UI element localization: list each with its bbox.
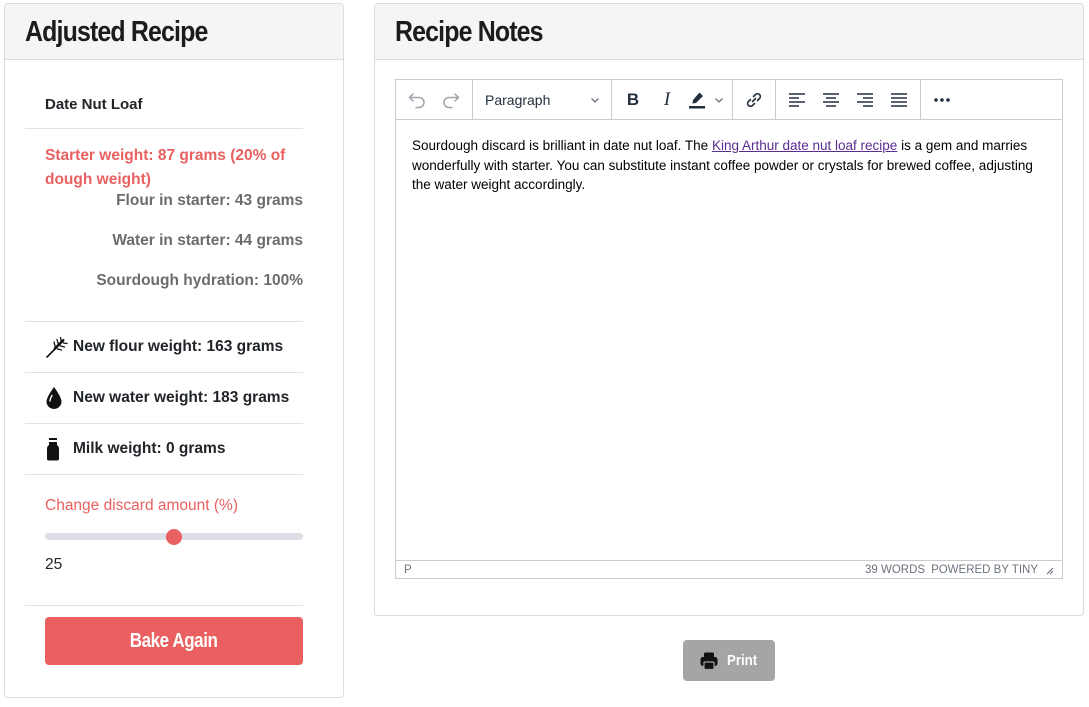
- discard-amount-value: 25: [45, 556, 63, 573]
- divider: [25, 128, 303, 129]
- water-drop-icon: [45, 386, 73, 410]
- more-group: [921, 80, 963, 119]
- italic-button[interactable]: I: [650, 83, 684, 117]
- rich-text-editor: Paragraph B I Sourdough discard is brill…: [395, 79, 1063, 579]
- discard-amount-slider[interactable]: [45, 529, 303, 545]
- undo-button[interactable]: [400, 83, 434, 117]
- printer-icon: [700, 652, 718, 670]
- more-button[interactable]: [925, 83, 959, 117]
- highlight-color-button[interactable]: [684, 83, 710, 117]
- align-justify-icon: [891, 92, 907, 107]
- starter-weight: Starter weight: 87 grams (20% of dough w…: [45, 147, 286, 188]
- slider-thumb[interactable]: [166, 529, 182, 545]
- editor-content[interactable]: Sourdough discard is brilliant in date n…: [396, 120, 1062, 560]
- recipe-name: Date Nut Loaf: [45, 96, 143, 113]
- water-in-starter: Water in starter: 44 grams: [112, 232, 303, 249]
- new-water-weight: New water weight: 183 grams: [73, 389, 290, 406]
- redo-icon: [443, 92, 460, 108]
- print-label: Print: [726, 652, 758, 669]
- milk-bottle-icon: [45, 437, 73, 461]
- insert-link-button[interactable]: [737, 83, 771, 117]
- highlighter-icon: [689, 92, 705, 108]
- word-count[interactable]: 39 WORDS: [865, 564, 925, 576]
- history-group: [396, 80, 473, 119]
- block-format-value: Paragraph: [485, 91, 551, 108]
- chevron-down-icon: [591, 97, 599, 103]
- undo-icon: [408, 92, 425, 108]
- link-group: [733, 80, 776, 119]
- align-center-button[interactable]: [814, 83, 848, 117]
- sourdough-hydration: Sourdough hydration: 100%: [96, 272, 303, 289]
- adjusted-recipe-header: Adjusted Recipe: [5, 4, 343, 60]
- align-right-icon: [857, 92, 873, 107]
- redo-button[interactable]: [434, 83, 468, 117]
- more-horizontal-icon: [934, 97, 950, 102]
- new-flour-weight: New flour weight: 163 grams: [73, 338, 284, 355]
- new-water-weight-row: New water weight: 183 grams: [45, 373, 289, 423]
- recipe-notes-title: Recipe Notes: [395, 16, 544, 48]
- bake-again-label: Bake Again: [130, 629, 218, 652]
- block-format-group: Paragraph: [473, 80, 612, 119]
- formatting-group: B I: [612, 80, 733, 119]
- align-right-button[interactable]: [848, 83, 882, 117]
- bold-icon: B: [626, 89, 640, 109]
- justify-button[interactable]: [882, 83, 916, 117]
- wheat-icon: [45, 335, 73, 359]
- milk-weight-row: Milk weight: 0 grams: [45, 424, 225, 474]
- resize-handle-icon[interactable]: [1044, 565, 1054, 575]
- divider: [25, 605, 303, 606]
- discard-amount-label: Change discard amount (%): [45, 497, 238, 514]
- adjusted-recipe-card: Adjusted Recipe Date Nut Loaf Starter we…: [4, 3, 344, 698]
- milk-weight: Milk weight: 0 grams: [73, 440, 226, 457]
- italic-icon: I: [663, 88, 671, 110]
- block-format-select[interactable]: Paragraph: [477, 83, 607, 117]
- statusbar-right: 39 WORDS POWERED BY TINY: [865, 564, 1054, 576]
- recipe-notes-card: Recipe Notes Paragraph B I Sourdough dis…: [374, 3, 1084, 616]
- powered-by-tiny-link[interactable]: POWERED BY TINY: [931, 564, 1038, 576]
- divider: [25, 474, 303, 475]
- element-path[interactable]: P: [404, 564, 412, 576]
- align-left-button[interactable]: [780, 83, 814, 117]
- align-center-icon: [823, 92, 839, 107]
- link-icon: [746, 92, 762, 107]
- bold-button[interactable]: B: [616, 83, 650, 117]
- king-arthur-recipe-link[interactable]: King Arthur date nut loaf recipe: [712, 138, 897, 153]
- highlight-color-dropdown[interactable]: [710, 83, 728, 117]
- chevron-down-icon: [715, 97, 723, 103]
- flour-in-starter: Flour in starter: 43 grams: [116, 192, 303, 209]
- recipe-notes-header: Recipe Notes: [375, 4, 1083, 60]
- notes-text-start: Sourdough discard is brilliant in date n…: [412, 138, 712, 153]
- print-button[interactable]: Print: [683, 640, 775, 681]
- alignment-group: [776, 80, 921, 119]
- editor-toolbar: Paragraph B I: [396, 80, 1062, 120]
- align-left-icon: [789, 92, 805, 107]
- editor-statusbar: P 39 WORDS POWERED BY TINY: [396, 560, 1062, 578]
- new-flour-weight-row: New flour weight: 163 grams: [45, 322, 283, 372]
- adjusted-recipe-title: Adjusted Recipe: [25, 16, 208, 48]
- bake-again-button[interactable]: Bake Again: [45, 617, 303, 665]
